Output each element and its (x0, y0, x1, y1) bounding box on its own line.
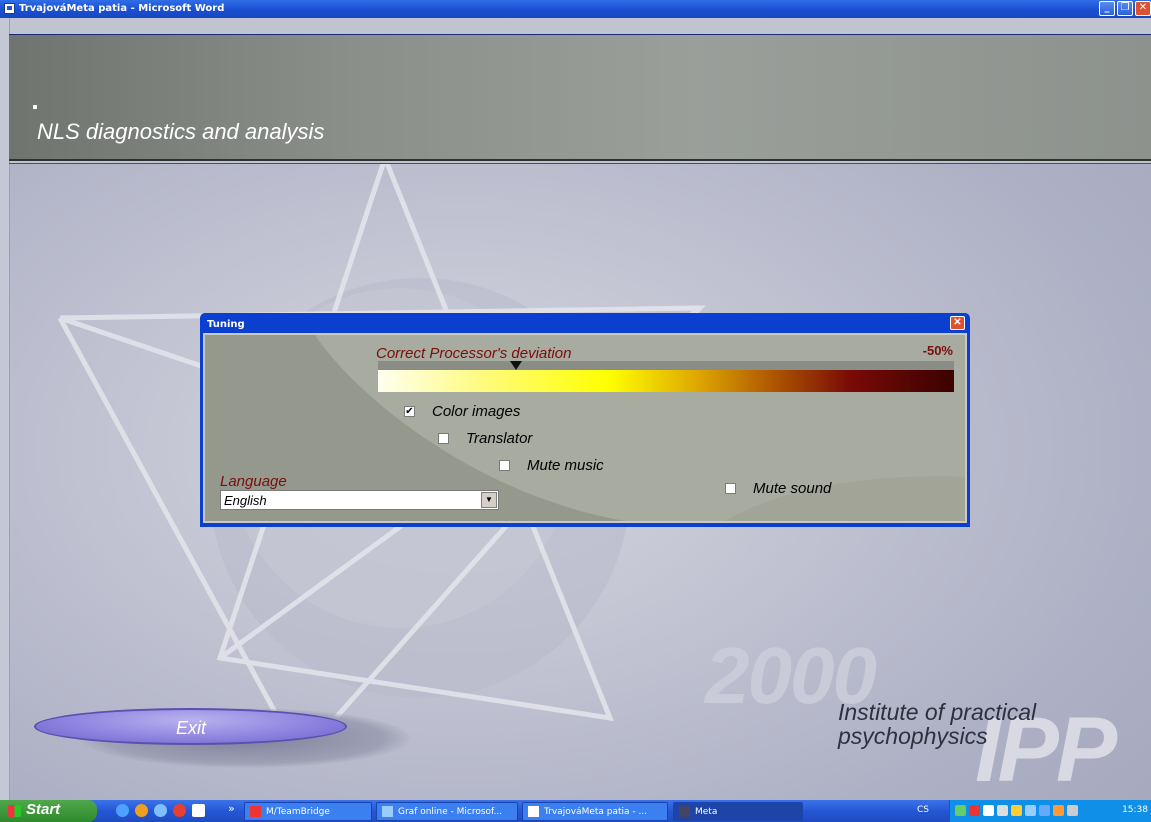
translator-checkbox[interactable] (438, 433, 449, 444)
clock[interactable]: 15:38 (1122, 805, 1148, 815)
taskbar-button-label: TrvajováMeta patia - ... (544, 807, 648, 817)
header-banner: NLS diagnostics and analysis (9, 35, 1151, 159)
option-translator[interactable]: Translator (438, 430, 532, 447)
ie-icon (382, 806, 393, 817)
option-label: Translator (466, 430, 533, 447)
deviation-gradient-bar[interactable] (378, 370, 954, 392)
mute-sound-checkbox[interactable] (725, 483, 736, 494)
taskbar-button-word-document[interactable]: TrvajováMeta patia - ... (522, 802, 668, 821)
ie-quicklaunch-icon[interactable] (116, 804, 129, 817)
quicklaunch-more-icon[interactable]: » (228, 802, 235, 815)
dialog-close-button[interactable]: ✕ (950, 316, 965, 330)
start-button[interactable]: Start (0, 800, 97, 822)
explorer-quicklaunch-icon[interactable] (154, 804, 167, 817)
taskbar-button-meta[interactable]: Meta (673, 802, 803, 821)
close-window-button[interactable]: ✕ (1135, 1, 1151, 16)
printer-tray-icon[interactable] (997, 805, 1008, 816)
taskbar-button-label: Meta (695, 807, 718, 817)
taskbar-button-graf-online[interactable]: Graf online - Microsof... (376, 802, 518, 821)
page-title: NLS diagnostics and analysis (37, 119, 325, 144)
word-document-icon (4, 3, 15, 14)
network-tray-icon[interactable] (955, 805, 966, 816)
antivirus-tray-icon[interactable] (969, 805, 980, 816)
option-label: Color images (432, 403, 521, 420)
taskbar-button-label: M/TeamBridge (266, 807, 330, 817)
header-divider-thin (9, 163, 1151, 164)
language-indicator[interactable]: CS (917, 805, 929, 815)
chrome-quicklaunch-icon[interactable] (173, 804, 186, 817)
deviation-label: Correct Processor's deviation (376, 345, 572, 362)
option-label: Mute sound (753, 480, 832, 497)
exit-button-label: Exit (176, 718, 207, 738)
bluetooth-tray-icon[interactable] (1039, 805, 1050, 816)
dialog-title: Tuning (207, 319, 245, 330)
header-divider (9, 159, 1151, 161)
dropdown-arrow-icon[interactable]: ▼ (481, 492, 497, 508)
taskbar-button-label: Graf online - Microsof... (398, 807, 503, 817)
exit-button[interactable]: Exit (34, 708, 347, 745)
language-label: Language (220, 473, 287, 490)
firefox-quicklaunch-icon[interactable] (135, 804, 148, 817)
deviation-slider-thumb[interactable] (510, 361, 523, 370)
taskbar-button-teambridge[interactable]: M/TeamBridge (244, 802, 372, 821)
option-color-images[interactable]: ✔ Color images (404, 403, 520, 420)
color-images-checkbox[interactable]: ✔ (404, 406, 415, 417)
system-tray: 15:38 (949, 800, 1151, 822)
start-label: Start (26, 801, 61, 818)
brand-institute-line1: Institute of practical (838, 699, 1037, 725)
deviation-value: -50% (922, 343, 953, 358)
option-mute-music[interactable]: Mute music (499, 457, 604, 474)
language-select[interactable]: English ▼ (220, 490, 499, 510)
messenger-tray-icon[interactable] (1011, 805, 1022, 816)
volume-tray-icon[interactable] (1067, 805, 1078, 816)
app-icon (679, 806, 690, 817)
language-selected-value: English (224, 493, 267, 508)
option-mute-sound[interactable]: Mute sound (725, 480, 831, 497)
option-label: Mute music (527, 457, 604, 474)
window-title: TrvajováMeta patia - Microsoft Word (19, 3, 225, 14)
brand-institute-line2: psychophysics (838, 723, 988, 749)
windows-flag-icon (8, 805, 21, 817)
dialog-body: Correct Processor's deviation -50% ✔ Col… (203, 333, 967, 523)
gmail-icon (250, 806, 261, 817)
taskbar: Start » M/TeamBridge Graf online - Micro… (0, 800, 1151, 822)
mute-music-checkbox[interactable] (499, 460, 510, 471)
brand-institute-name: Institute of practical psychophysics (838, 700, 1036, 748)
header-dot (33, 105, 37, 109)
minimize-button[interactable]: _ (1099, 1, 1115, 16)
mail-tray-icon[interactable] (983, 805, 994, 816)
restore-button[interactable]: ❐ (1117, 1, 1133, 16)
update-tray-icon[interactable] (1053, 805, 1064, 816)
tuning-dialog: Tuning ✕ Correct Processor's deviation -… (200, 313, 970, 527)
gmail-quicklaunch-icon[interactable] (192, 804, 205, 817)
connection-tray-icon[interactable] (1025, 805, 1036, 816)
deviation-slider-track[interactable] (378, 361, 954, 370)
word-icon (528, 806, 539, 817)
window-titlebar[interactable]: TrvajováMeta patia - Microsoft Word _ ❐ … (0, 0, 1151, 18)
app-canvas: NLS diagnostics and analysis 2000 IPP In… (0, 18, 1151, 800)
